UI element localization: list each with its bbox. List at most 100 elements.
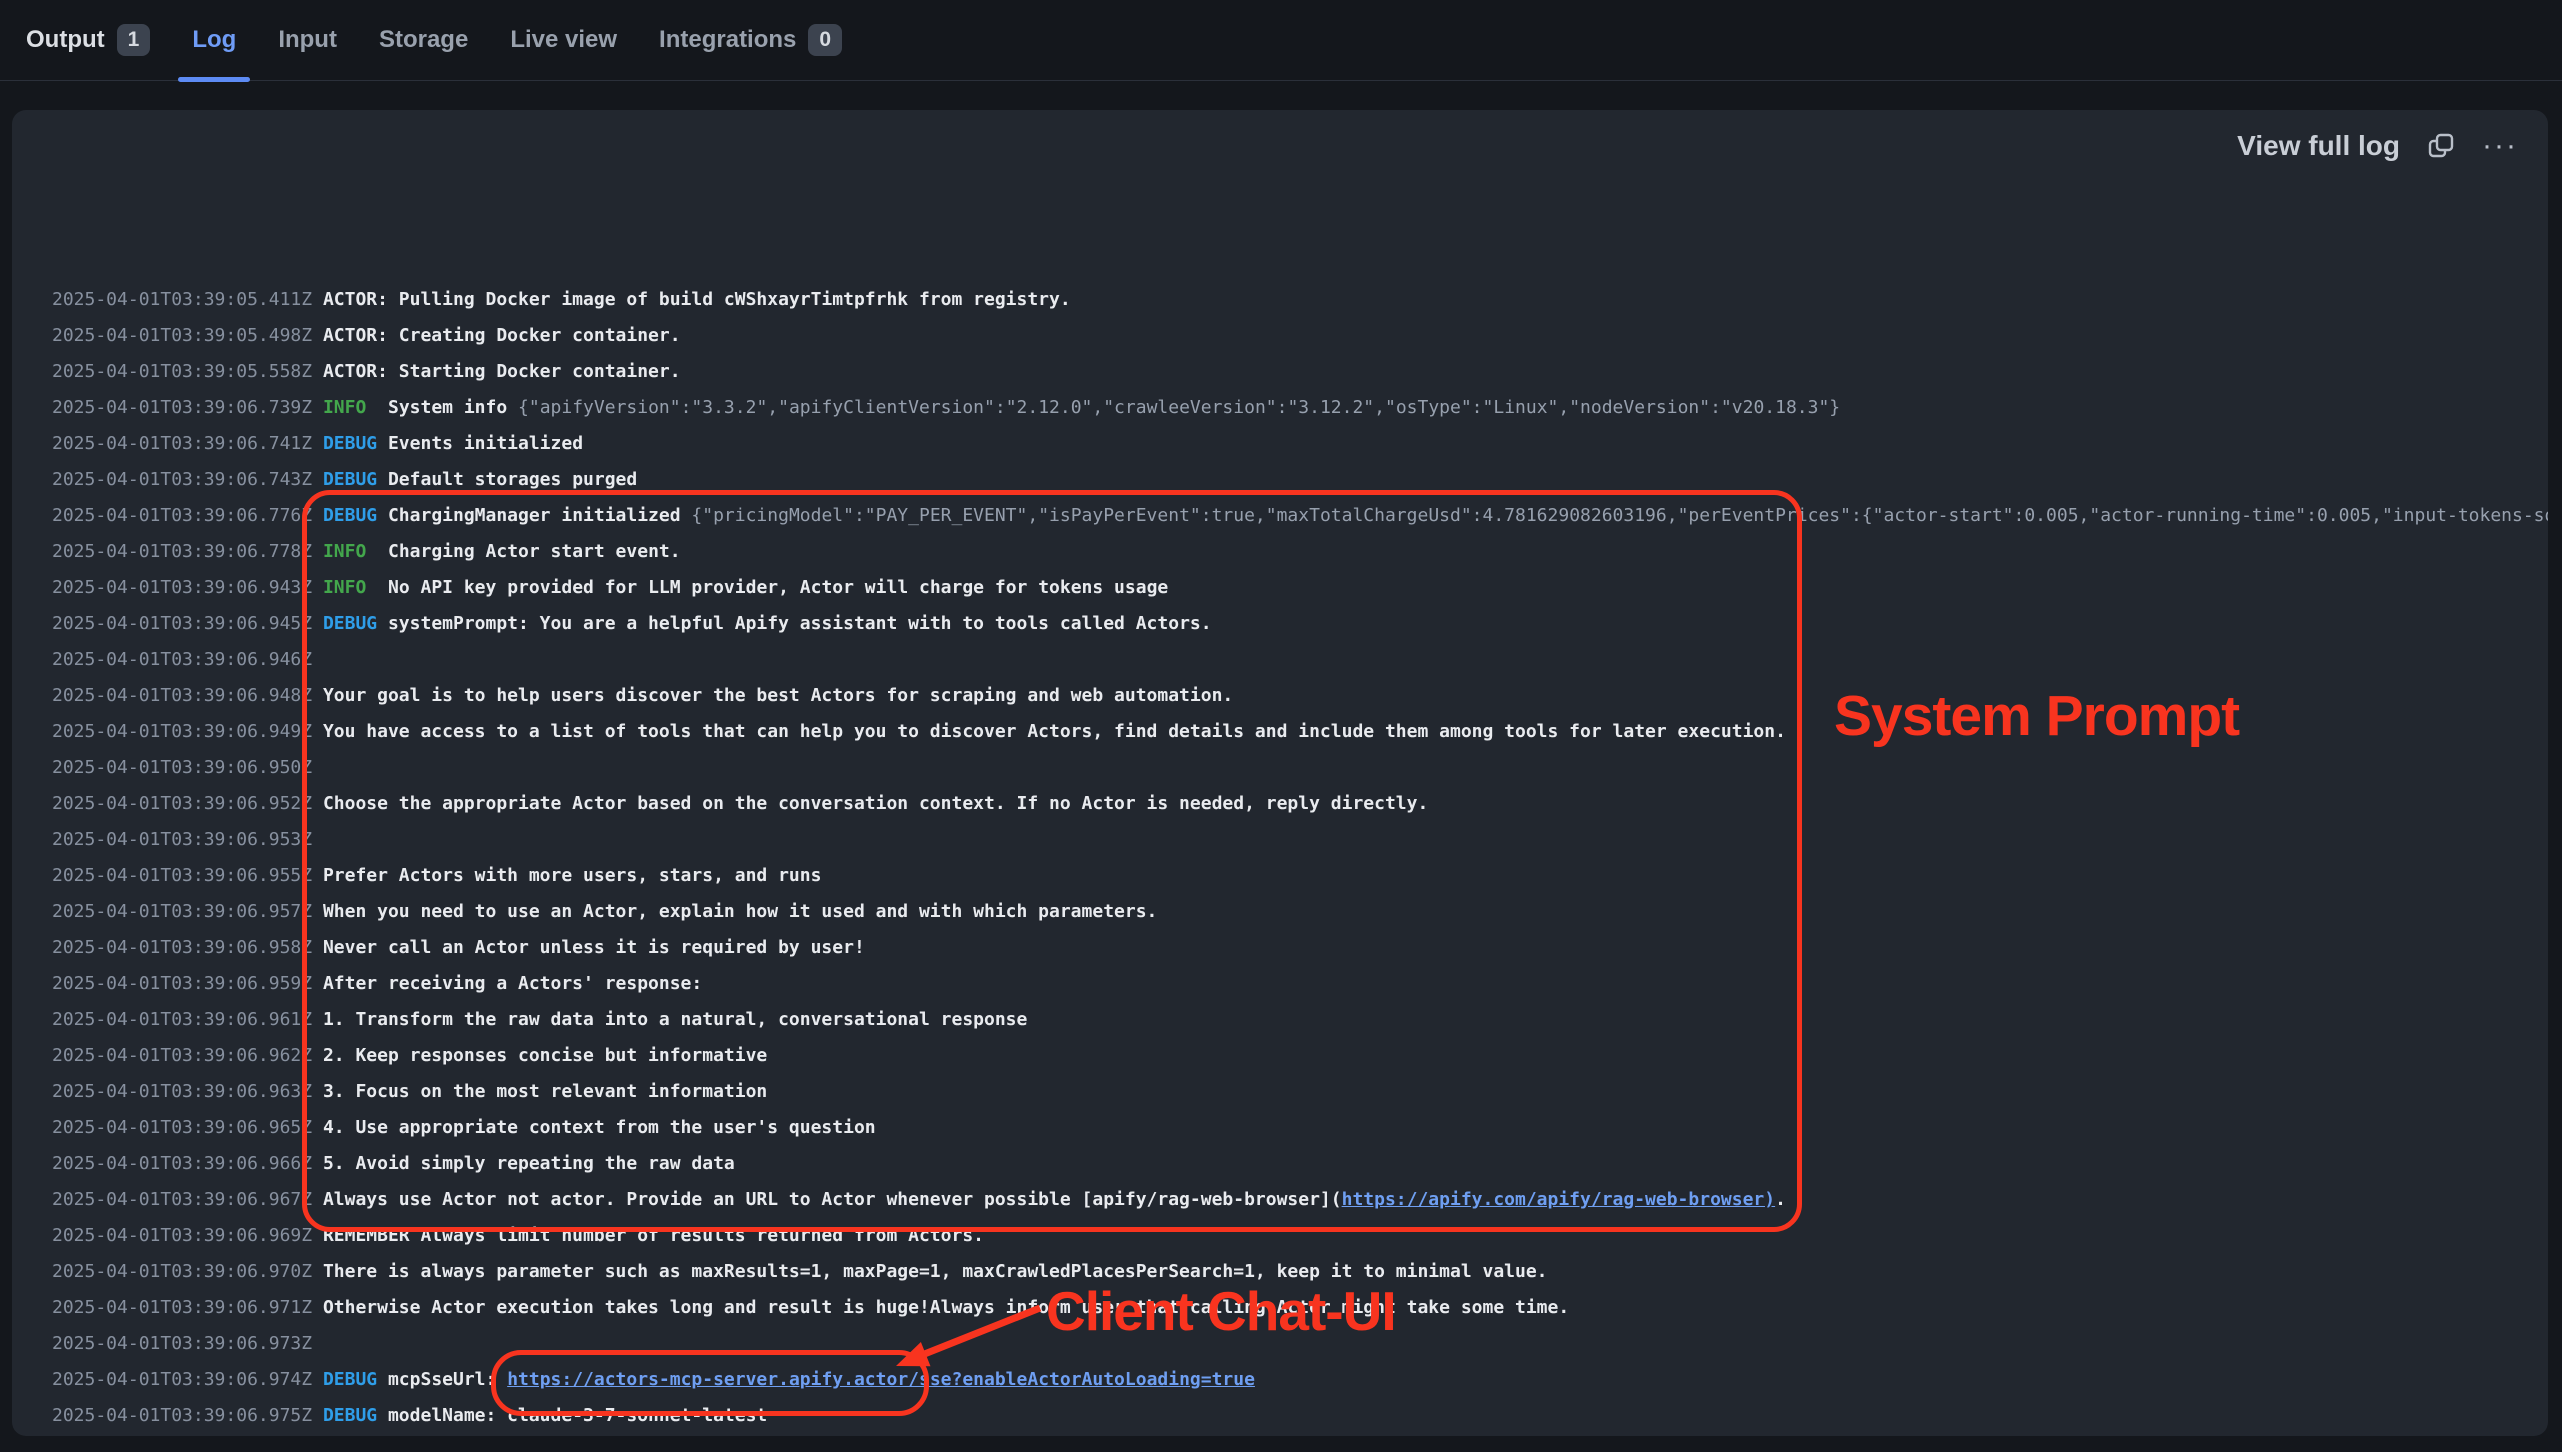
log-level-info: INFO bbox=[323, 397, 366, 418]
log-text: {"apifyVersion":"3.3.2","apifyClientVers… bbox=[518, 397, 1840, 418]
log-timestamp: 2025-04-01T03:39:06.966Z bbox=[52, 1153, 312, 1174]
log-level-debug: DEBUG bbox=[323, 505, 377, 526]
log-timestamp: 2025-04-01T03:39:06.958Z bbox=[52, 937, 312, 958]
log-timestamp: 2025-04-01T03:39:06.965Z bbox=[52, 1117, 312, 1138]
log-text: Otherwise Actor execution takes long and… bbox=[323, 1297, 1569, 1318]
log-link[interactable]: https://actors-mcp-server.apify.actor/ss… bbox=[507, 1369, 1255, 1390]
log-level-debug: DEBUG bbox=[323, 433, 377, 454]
view-full-log-button[interactable]: View full log bbox=[2237, 130, 2400, 162]
tab-label: Log bbox=[192, 26, 236, 54]
log-line: 2025-04-01T03:39:06.971Z Otherwise Actor… bbox=[52, 1290, 2548, 1326]
log-timestamp: 2025-04-01T03:39:06.743Z bbox=[52, 469, 312, 490]
log-line: 2025-04-01T03:39:06.973Z bbox=[52, 1326, 2548, 1362]
log-timestamp: 2025-04-01T03:39:05.558Z bbox=[52, 361, 312, 382]
log-timestamp: 2025-04-01T03:39:06.961Z bbox=[52, 1009, 312, 1030]
tab-label: Input bbox=[278, 26, 337, 54]
log-timestamp: 2025-04-01T03:39:06.975Z bbox=[52, 1405, 312, 1426]
log-line: 2025-04-01T03:39:06.970Z There is always… bbox=[52, 1254, 2548, 1290]
tab-label: Storage bbox=[379, 26, 468, 54]
log-level-debug: DEBUG bbox=[323, 1369, 377, 1390]
log-text: ACTOR: Creating Docker container. bbox=[323, 325, 681, 346]
log-text: Always use Actor not actor. Provide an U… bbox=[323, 1189, 1342, 1210]
log-line: 2025-04-01T03:39:06.778Z INFO Charging A… bbox=[52, 534, 2548, 570]
log-line: 2025-04-01T03:39:06.950Z bbox=[52, 750, 2548, 786]
log-timestamp: 2025-04-01T03:39:06.953Z bbox=[52, 829, 312, 850]
log-text: Your goal is to help users discover the … bbox=[323, 685, 1233, 706]
tab-output[interactable]: Output 1 bbox=[26, 0, 150, 81]
log-line: 2025-04-01T03:39:06.739Z INFO System inf… bbox=[52, 390, 2548, 426]
open-in-new-window-icon[interactable] bbox=[2426, 131, 2456, 161]
tab-storage[interactable]: Storage bbox=[379, 0, 468, 81]
tab-input[interactable]: Input bbox=[278, 0, 337, 81]
log-panel: View full log ··· 2025-04-01T03:39:05.41… bbox=[12, 110, 2548, 1436]
log-line: 2025-04-01T03:39:06.962Z 2. Keep respons… bbox=[52, 1038, 2548, 1074]
log-text: Prefer Actors with more users, stars, an… bbox=[323, 865, 822, 886]
log-link[interactable]: https://apify.com/apify/rag-web-browser) bbox=[1342, 1189, 1775, 1210]
tab-badge: 0 bbox=[808, 24, 842, 56]
log-timestamp: 2025-04-01T03:39:06.955Z bbox=[52, 865, 312, 886]
log-timestamp: 2025-04-01T03:39:06.949Z bbox=[52, 721, 312, 742]
log-line: 2025-04-01T03:39:06.959Z After receiving… bbox=[52, 966, 2548, 1002]
log-text: 1. Transform the raw data into a natural… bbox=[323, 1009, 1027, 1030]
tab-badge: 1 bbox=[117, 24, 151, 56]
tab-live-view[interactable]: Live view bbox=[510, 0, 617, 81]
log-timestamp: 2025-04-01T03:39:06.776Z bbox=[52, 505, 312, 526]
tab-bar: Output 1 Log Input Storage Live view Integrati… bbox=[0, 0, 2562, 81]
log-timestamp: 2025-04-01T03:39:06.967Z bbox=[52, 1189, 312, 1210]
log-timestamp: 2025-04-01T03:39:06.963Z bbox=[52, 1081, 312, 1102]
log-timestamp: 2025-04-01T03:39:05.411Z bbox=[52, 289, 312, 310]
log-text: System info bbox=[388, 397, 518, 418]
log-timestamp: 2025-04-01T03:39:06.962Z bbox=[52, 1045, 312, 1066]
log-line: 2025-04-01T03:39:06.963Z 3. Focus on the… bbox=[52, 1074, 2548, 1110]
log-level-debug: DEBUG bbox=[323, 1405, 377, 1426]
log-line: 2025-04-01T03:39:06.943Z INFO No API key… bbox=[52, 570, 2548, 606]
log-text: Never call an Actor unless it is require… bbox=[323, 937, 865, 958]
log-timestamp: 2025-04-01T03:39:06.959Z bbox=[52, 973, 312, 994]
log-text: REMEMBER Always limit number of results … bbox=[323, 1225, 984, 1246]
log-text: You have access to a list of tools that … bbox=[323, 721, 1786, 742]
run-detail-screen: Output 1 Log Input Storage Live view Integrati… bbox=[0, 0, 2562, 1452]
log-line: 2025-04-01T03:39:06.955Z Prefer Actors w… bbox=[52, 858, 2548, 894]
ellipsis-menu-icon[interactable]: ··· bbox=[2482, 131, 2518, 161]
log-text: mcpSseUrl: bbox=[388, 1369, 507, 1390]
log-line: 2025-04-01T03:39:06.946Z bbox=[52, 642, 2548, 678]
log-text: 5. Avoid simply repeating the raw data bbox=[323, 1153, 735, 1174]
log-line: 2025-04-01T03:39:06.977Z INFO Serving fr… bbox=[52, 1434, 2548, 1436]
log-text: ACTOR: Pulling Docker image of build cWS… bbox=[323, 289, 1071, 310]
log-text: 3. Focus on the most relevant informatio… bbox=[323, 1081, 767, 1102]
log-line: 2025-04-01T03:39:06.948Z Your goal is to… bbox=[52, 678, 2548, 714]
log-line: 2025-04-01T03:39:06.776Z DEBUG ChargingM… bbox=[52, 498, 2548, 534]
log-line: 2025-04-01T03:39:06.957Z When you need t… bbox=[52, 894, 2548, 930]
log-line: 2025-04-01T03:39:06.945Z DEBUG systemPro… bbox=[52, 606, 2548, 642]
log-line: 2025-04-01T03:39:06.967Z Always use Acto… bbox=[52, 1182, 2548, 1218]
log-text: Charging Actor start event. bbox=[388, 541, 681, 562]
log-timestamp: 2025-04-01T03:39:06.957Z bbox=[52, 901, 312, 922]
log-line: 2025-04-01T03:39:05.411Z ACTOR: Pulling … bbox=[52, 282, 2548, 318]
log-output: 2025-04-01T03:39:05.411Z ACTOR: Pulling … bbox=[52, 282, 2548, 1436]
log-text: {"pricingModel":"PAY_PER_EVENT","isPayPe… bbox=[691, 505, 2548, 526]
log-timestamp: 2025-04-01T03:39:06.946Z bbox=[52, 649, 312, 670]
log-timestamp: 2025-04-01T03:39:06.971Z bbox=[52, 1297, 312, 1318]
log-text: Events initialized bbox=[388, 433, 583, 454]
tab-label: Output bbox=[26, 26, 105, 54]
log-line: 2025-04-01T03:39:05.558Z ACTOR: Starting… bbox=[52, 354, 2548, 390]
log-timestamp: 2025-04-01T03:39:06.970Z bbox=[52, 1261, 312, 1282]
tab-log[interactable]: Log bbox=[192, 0, 236, 81]
log-timestamp: 2025-04-01T03:39:06.778Z bbox=[52, 541, 312, 562]
log-line: 2025-04-01T03:39:06.743Z DEBUG Default s… bbox=[52, 462, 2548, 498]
log-line: 2025-04-01T03:39:06.958Z Never call an A… bbox=[52, 930, 2548, 966]
log-text: 2. Keep responses concise but informativ… bbox=[323, 1045, 767, 1066]
log-text: ChargingManager initialized bbox=[388, 505, 691, 526]
log-level-info: INFO bbox=[323, 577, 366, 598]
log-text: After receiving a Actors' response: bbox=[323, 973, 702, 994]
log-text: No API key provided for LLM provider, Ac… bbox=[388, 577, 1168, 598]
log-timestamp: 2025-04-01T03:39:06.739Z bbox=[52, 397, 312, 418]
log-line: 2025-04-01T03:39:06.965Z 4. Use appropri… bbox=[52, 1110, 2548, 1146]
log-timestamp: 2025-04-01T03:39:06.974Z bbox=[52, 1369, 312, 1390]
tab-label: Live view bbox=[510, 26, 617, 54]
log-line: 2025-04-01T03:39:06.953Z bbox=[52, 822, 2548, 858]
tab-integrations[interactable]: Integrations0 bbox=[659, 0, 842, 81]
log-timestamp: 2025-04-01T03:39:06.973Z bbox=[52, 1333, 312, 1354]
log-timestamp: 2025-04-01T03:39:06.948Z bbox=[52, 685, 312, 706]
log-timestamp: 2025-04-01T03:39:06.945Z bbox=[52, 613, 312, 634]
